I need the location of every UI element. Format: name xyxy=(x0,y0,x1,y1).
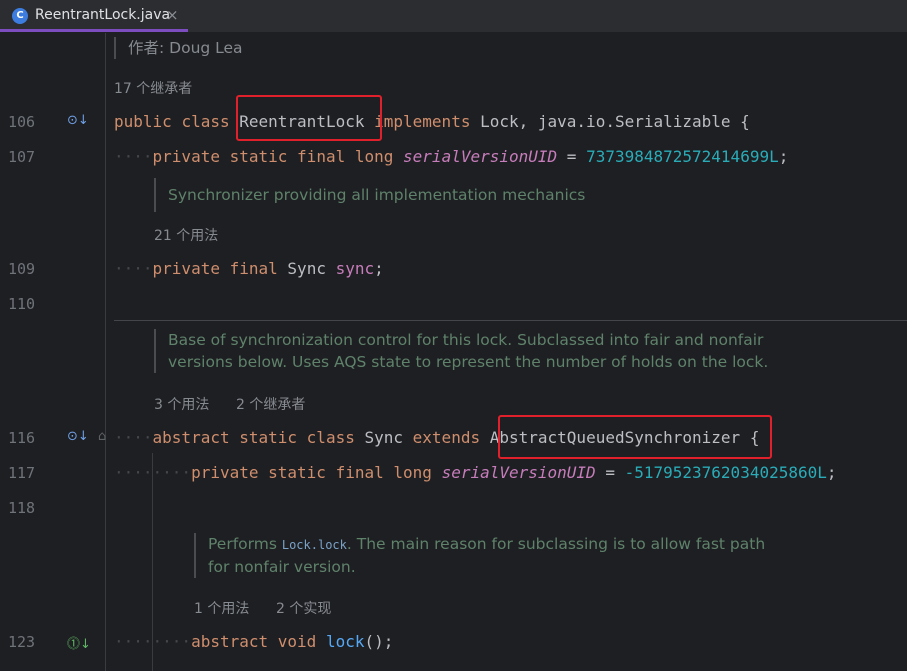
keyword: private xyxy=(191,463,259,482)
keyword: abstract xyxy=(191,632,269,651)
code-line-117: ········private static final long serial… xyxy=(114,463,837,482)
keyword: public xyxy=(114,112,172,131)
code-line-123: ········abstract void lock(); xyxy=(114,632,393,651)
doc-text: Performs xyxy=(208,535,282,553)
keyword: abstract xyxy=(152,428,230,447)
line-number: 123 xyxy=(8,633,36,651)
punctuation: ; xyxy=(778,147,789,166)
indent-dots: ········ xyxy=(114,632,192,651)
indent-dots: ···· xyxy=(114,428,153,447)
operator: = xyxy=(557,147,587,166)
doc-code-link[interactable]: Lock.lock xyxy=(282,538,347,552)
code-editor[interactable]: 作者: Doug Lea 17 个继承者 106 ⊙↓ public class… xyxy=(0,33,907,671)
tab-reentrantlock-java[interactable]: C ReentrantLock.java × xyxy=(0,0,188,32)
keyword: long xyxy=(393,463,432,482)
javadoc-sync-field: Synchronizer providing all implementatio… xyxy=(154,178,585,212)
author-doc: 作者: Doug Lea xyxy=(114,37,243,59)
method-separator xyxy=(114,320,907,321)
line-number: 109 xyxy=(8,260,36,278)
keyword: class xyxy=(306,428,355,447)
code-line-106: public class ReentrantLock implements Lo… xyxy=(114,112,750,131)
code-line-107: ····private static final long serialVers… xyxy=(114,147,788,166)
keyword: long xyxy=(354,147,394,166)
keyword: void xyxy=(277,632,317,651)
line-number: 118 xyxy=(8,499,36,517)
number-literal: -5179523762034025860L xyxy=(624,463,827,482)
line-number: 110 xyxy=(8,295,36,313)
keyword: static xyxy=(268,463,326,482)
keyword: final xyxy=(229,259,278,278)
punctuation: ; xyxy=(374,259,384,278)
java-class-icon: C xyxy=(12,8,28,24)
keyword: class xyxy=(181,112,230,131)
implemented-icon[interactable]: ⓵↓ xyxy=(67,633,91,652)
tab-label: ReentrantLock.java xyxy=(35,7,171,23)
line-number: 107 xyxy=(8,148,36,166)
number-literal: 7373984872572414699L xyxy=(586,147,779,166)
editor-tab-bar: C ReentrantLock.java × xyxy=(0,0,907,33)
fold-icon[interactable]: ⌂ xyxy=(98,429,106,444)
punctuation: (); xyxy=(364,632,394,651)
line-number: 106 xyxy=(8,113,36,131)
doc-text: . The main reason for subclassing is to … xyxy=(346,535,766,553)
usages-hint[interactable]: 1 个用法 xyxy=(194,598,249,618)
keyword: implements xyxy=(374,112,471,131)
field-name: serialVersionUID xyxy=(403,147,558,166)
field-name: serialVersionUID xyxy=(441,463,596,482)
indent-dots: ···· xyxy=(114,259,153,278)
overridden-icon[interactable]: ⊙↓ xyxy=(67,429,89,444)
highlight-box-reentrantlock xyxy=(236,95,382,141)
highlight-box-aqs xyxy=(498,415,772,459)
line-number: 117 xyxy=(8,464,36,482)
code-text: Lock, java.io.Serializable { xyxy=(480,112,750,131)
implementations-hint[interactable]: 2 个实现 xyxy=(276,598,331,618)
type-name: Sync xyxy=(287,259,326,278)
doc-line: Performs Lock.lock. The main reason for … xyxy=(208,533,765,556)
doc-text: Synchronizer providing all implementatio… xyxy=(168,186,586,204)
usages-hint[interactable]: 3 个用法 xyxy=(154,394,209,414)
class-name: Sync xyxy=(364,428,404,447)
inheritors-hint[interactable]: 17 个继承者 xyxy=(114,78,192,98)
line-number: 116 xyxy=(8,429,36,447)
field-name: sync xyxy=(335,259,375,278)
operator: = xyxy=(595,463,625,482)
keyword: extends xyxy=(412,428,481,447)
keyword: final xyxy=(297,147,346,166)
keyword: static xyxy=(229,147,288,166)
gutter-separator xyxy=(105,33,106,671)
keyword: final xyxy=(335,463,384,482)
close-icon[interactable]: × xyxy=(166,6,179,24)
overridden-icon[interactable]: ⊙↓ xyxy=(67,113,89,128)
indent-dots: ···· xyxy=(114,147,153,166)
doc-text: Base of synchronization control for this… xyxy=(168,331,764,349)
doc-text: versions below. Uses AQS state to repres… xyxy=(168,353,769,371)
keyword: private xyxy=(152,259,220,278)
keyword: private xyxy=(152,147,220,166)
usages-hint[interactable]: 21 个用法 xyxy=(154,225,218,245)
keyword: static xyxy=(239,428,298,447)
javadoc-sync-class: Base of synchronization control for this… xyxy=(154,329,768,373)
punctuation: ; xyxy=(826,463,837,482)
indent-dots: ········ xyxy=(114,463,192,482)
method-name: lock xyxy=(325,632,365,651)
author-text: 作者: Doug Lea xyxy=(128,39,243,57)
doc-text: for nonfair version. xyxy=(208,558,356,576)
javadoc-lock-method: Performs Lock.lock. The main reason for … xyxy=(194,533,765,578)
inheritors-hint[interactable]: 2 个继承者 xyxy=(236,394,305,414)
code-line-109: ····private final Sync sync; xyxy=(114,259,384,278)
